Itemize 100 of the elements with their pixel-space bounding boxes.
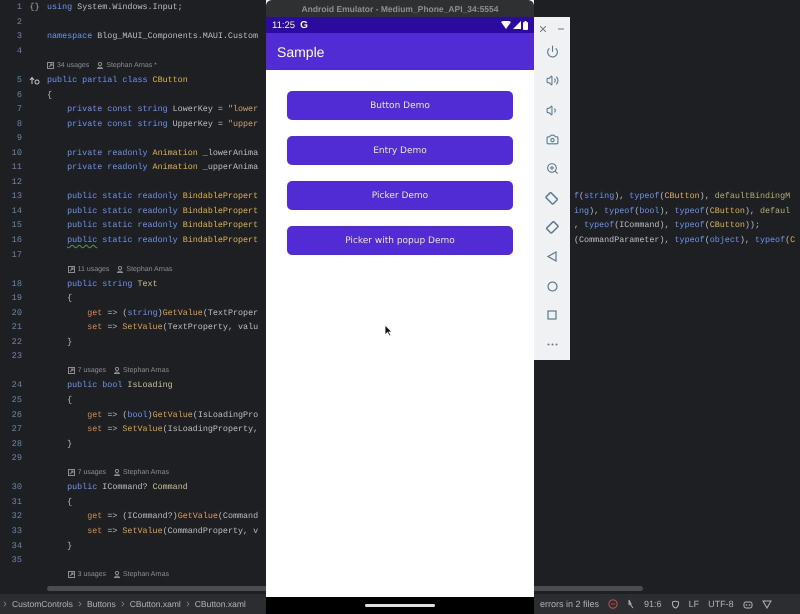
usages-icon	[68, 469, 75, 476]
clock: 11:25	[272, 20, 296, 30]
code-text: public static readonly BindablePropert	[66, 191, 260, 202]
line-number: 26	[10, 410, 22, 420]
line-number: 4	[16, 46, 22, 56]
volume-up-icon[interactable]	[546, 74, 558, 88]
line-number: 14	[10, 206, 22, 216]
line-number: 32	[10, 511, 22, 522]
code-text: using System.Windows.Input;	[47, 2, 184, 12]
code-text: public static readonly BindablePropert	[66, 235, 260, 246]
line-number: 29	[10, 453, 22, 464]
line-number: 30	[10, 482, 22, 492]
line-number: 13	[10, 191, 22, 202]
gutter-marker: {}	[29, 2, 40, 12]
line-number: 3	[16, 31, 22, 42]
code-text: namespace Blog_MAUI_Components.MAUI.Custom	[47, 31, 260, 42]
triangle-icon[interactable]	[762, 600, 772, 608]
line-number: 22	[10, 336, 22, 347]
chevron-icon	[1, 600, 9, 608]
line-number: 24	[10, 380, 22, 390]
line-number: 2	[16, 16, 22, 27]
code-text: ing), typeof(bool), typeof(CButton), defaul	[574, 206, 792, 216]
camera-icon[interactable]	[546, 133, 558, 146]
rotate-right-icon[interactable]	[545, 220, 559, 234]
code-text: private const string UpperKey = "upper	[66, 118, 260, 129]
code-text: set => SetValue(CommandProperty, v	[86, 526, 260, 536]
line-number: 25	[10, 395, 22, 406]
minimize-icon[interactable]	[558, 28, 564, 30]
person-icon	[117, 266, 124, 273]
code-text: , typeof(ICommand), typeof(CButton));	[574, 220, 761, 230]
code-text: set => SetValue(TextProperty, valu	[86, 322, 260, 332]
file-encoding[interactable]: UTF-8	[708, 599, 734, 609]
battery-icon	[523, 20, 528, 30]
line-number: 5	[16, 75, 22, 85]
line-number: 15	[10, 220, 22, 230]
code-text: get => (ICommand?)GetValue(Command	[86, 511, 260, 522]
more-icon[interactable]	[546, 343, 558, 346]
line-number: 7	[16, 104, 22, 114]
person-icon	[114, 469, 120, 476]
line-ending[interactable]: LF	[688, 599, 700, 609]
back-icon[interactable]	[547, 251, 557, 262]
line-number: 28	[10, 438, 22, 449]
code-text: public bool IsLoading	[66, 380, 174, 390]
code-text: public ICommand? Command	[66, 482, 189, 492]
zoom-icon[interactable]	[546, 162, 558, 176]
app-title: Sample	[277, 44, 324, 60]
line-number: 12	[10, 176, 22, 187]
code-text: }	[66, 336, 74, 347]
code-text: private readonly Animation _upperAnima	[66, 162, 260, 172]
home-icon[interactable]	[546, 280, 558, 292]
code-text: (CommandParameter), typeof(object), typeof(C	[574, 235, 796, 246]
code-text: }	[66, 438, 74, 449]
cursor-icon	[384, 324, 393, 337]
line-number: 23	[10, 351, 22, 362]
code-text: public string Text	[66, 278, 159, 289]
code-text: {	[66, 395, 74, 406]
usages-icon	[68, 571, 75, 578]
line-number: 17	[10, 250, 22, 260]
close-icon[interactable]	[540, 26, 546, 32]
line-number: 33	[10, 526, 22, 536]
usages-icon	[68, 266, 75, 273]
demo-button[interactable]: Entry Demo	[287, 136, 513, 165]
wifi-icon	[501, 21, 511, 29]
person-icon	[97, 62, 104, 69]
implemented-icon[interactable]	[29, 76, 40, 84]
code-text: {	[66, 293, 74, 304]
breadcrumb-item[interactable]: CButton.xaml	[194, 599, 246, 609]
breadcrumb-item[interactable]: CButton.xaml	[130, 599, 181, 609]
code-text: {	[66, 496, 74, 507]
line-number: 19	[10, 293, 22, 304]
code-text: get => (bool)GetValue(IsLoadingPro	[86, 410, 260, 420]
line-number: 10	[10, 148, 22, 158]
caret-position[interactable]: 91:6	[644, 599, 662, 609]
overview-icon[interactable]	[547, 310, 557, 320]
signal-icon	[513, 21, 521, 29]
demo-button[interactable]: Button Demo	[287, 91, 513, 120]
notification-icon: G	[300, 20, 308, 30]
line-number: 9	[16, 133, 22, 144]
usages-icon	[47, 62, 54, 69]
code-text: set => SetValue(IsLoadingProperty,	[86, 424, 260, 434]
power-icon[interactable]	[546, 45, 558, 58]
line-number: 6	[16, 90, 22, 100]
breadcrumb-item[interactable]: Buttons	[86, 599, 116, 609]
line-number: 8	[16, 118, 22, 129]
line-number: 35	[10, 555, 22, 566]
error-icon[interactable]	[608, 599, 618, 609]
rotate-left-icon[interactable]	[545, 191, 559, 206]
line-number: 11	[10, 162, 22, 172]
person-icon	[114, 367, 120, 374]
demo-button[interactable]: Picker Demo	[287, 181, 513, 210]
problems-text[interactable]: errors in 2 files	[540, 599, 600, 609]
person-icon	[114, 571, 120, 578]
usages-icon	[68, 367, 75, 374]
code-text: private readonly Animation _lowerAnima	[66, 148, 260, 158]
volume-down-icon[interactable]	[546, 104, 558, 117]
breadcrumb-item[interactable]: CustomControls	[12, 599, 73, 609]
code-text: }	[66, 540, 74, 550]
copilot-icon[interactable]	[742, 600, 753, 608]
window-title: Android Emulator - Medium_Phone_API_34:5554	[266, 0, 534, 17]
demo-button[interactable]: Picker with popup Demo	[287, 226, 513, 255]
